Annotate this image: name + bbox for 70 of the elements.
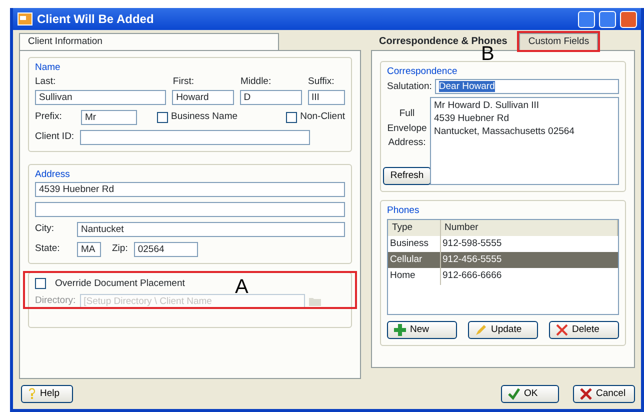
checkbox-label: Override Document Placement — [55, 276, 185, 291]
table-cell: 912-598-5555 — [440, 236, 618, 252]
field-label: Suffix: — [308, 75, 336, 90]
checkbox[interactable] — [35, 278, 46, 290]
table-cell: Cellular — [388, 252, 440, 268]
table-cell: Home — [388, 268, 440, 284]
plus-icon — [394, 324, 406, 336]
cross-icon — [556, 324, 568, 336]
field-label: Middle: — [240, 75, 272, 90]
update-button[interactable]: Update — [468, 320, 538, 339]
field-label: City: — [35, 222, 55, 236]
tab[interactable]: Client Information — [19, 32, 279, 50]
group-label: Correspondence — [387, 65, 458, 79]
field-label: Zip: — [112, 242, 128, 256]
field-label: Prefix: — [35, 110, 63, 124]
text-field[interactable]: Mr — [81, 110, 137, 124]
salutation-field[interactable]: Dear Howard — [434, 79, 619, 94]
group-label: Name — [35, 61, 60, 75]
group-label: Address — [35, 168, 70, 182]
window-title: Client Will Be Added — [37, 11, 155, 28]
cross-icon — [580, 388, 592, 400]
field-label: Client ID: — [35, 130, 74, 144]
field-label: Directory: — [35, 294, 76, 308]
selected-text: Dear Howard — [438, 81, 495, 92]
close-button[interactable] — [620, 10, 637, 28]
ok-button[interactable]: OK — [501, 384, 559, 403]
new-button[interactable]: New — [387, 320, 457, 339]
text-field[interactable]: 02564 — [134, 242, 198, 257]
annotation-label: B — [481, 44, 494, 64]
text-field[interactable]: D — [240, 90, 302, 104]
app-icon — [17, 12, 33, 26]
pencil-icon — [475, 324, 487, 336]
cancel-button[interactable]: Cancel — [573, 384, 635, 403]
checkbox-label: Non-Client — [300, 110, 345, 124]
field-label: Last: — [35, 75, 57, 90]
field-label: State: — [35, 242, 61, 256]
column-header[interactable]: Number — [440, 220, 618, 236]
text-field[interactable]: Howard — [172, 90, 234, 104]
table-cell: 912-666-6666 — [440, 268, 618, 284]
text-field[interactable] — [35, 202, 345, 217]
text-field[interactable]: MA — [77, 242, 101, 257]
phone-row[interactable]: Home 912-666-6666 — [388, 268, 618, 284]
group-label: Phones — [387, 204, 420, 218]
text-field[interactable]: 4539 Huebner Rd — [35, 182, 345, 197]
maximize-button[interactable] — [599, 10, 616, 28]
checkbox[interactable] — [157, 112, 168, 122]
delete-button[interactable]: Delete — [549, 320, 619, 339]
refresh-button[interactable]: Refresh — [383, 167, 431, 186]
text-field[interactable]: III — [308, 90, 345, 104]
field-label: Salutation: — [387, 80, 432, 94]
phone-row[interactable]: Cellular 912-456-5555 — [388, 252, 618, 268]
text-field[interactable]: Sullivan — [35, 90, 166, 104]
tab[interactable]: Custom Fields — [519, 32, 598, 50]
address-line: Mr Howard D. Sullivan III — [434, 99, 540, 112]
field-label: First: — [172, 75, 196, 90]
minimize-button[interactable] — [578, 10, 595, 28]
checkbox-label: Business Name — [171, 110, 238, 124]
text-field[interactable]: Nantucket — [77, 222, 345, 237]
help-button[interactable]: Help — [21, 384, 73, 403]
field-label: Full Envelope Address: — [387, 107, 427, 150]
annotation-label: A — [235, 276, 248, 297]
address-line: Nantucket, Massachusetts 02564 — [434, 125, 576, 138]
checkmark-icon — [508, 388, 520, 400]
column-header[interactable]: Type — [388, 220, 440, 236]
address-textarea[interactable]: Mr Howard D. Sullivan III 4539 Huebner Rd Nantucket, Massachusetts 02564 — [430, 97, 619, 186]
address-line: 4539 Huebner Rd — [434, 112, 510, 126]
question-icon — [28, 388, 36, 400]
text-field[interactable] — [80, 130, 310, 144]
table-cell: 912-456-5555 — [440, 252, 618, 268]
checkbox[interactable] — [286, 112, 298, 122]
